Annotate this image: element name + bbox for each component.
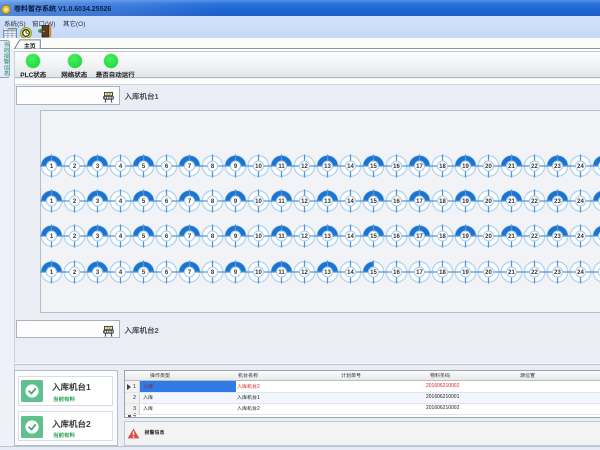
- svg-text:15: 15: [370, 234, 377, 240]
- svg-text:18: 18: [439, 270, 446, 276]
- svg-text:15: 15: [370, 164, 377, 170]
- svg-text:24: 24: [577, 164, 584, 170]
- svg-text:16: 16: [393, 234, 400, 240]
- svg-text:14: 14: [347, 199, 354, 205]
- svg-text:19: 19: [462, 164, 469, 170]
- svg-text:19: 19: [462, 199, 469, 205]
- svg-text:19: 19: [462, 234, 469, 240]
- svg-text:13: 13: [324, 234, 331, 240]
- svg-text:11: 11: [278, 270, 285, 276]
- svg-text:20: 20: [485, 270, 492, 276]
- svg-text:12: 12: [301, 199, 308, 205]
- svg-text:13: 13: [324, 164, 331, 170]
- svg-text:14: 14: [347, 164, 354, 170]
- svg-text:22: 22: [531, 199, 538, 205]
- svg-text:21: 21: [508, 234, 515, 240]
- svg-text:22: 22: [531, 270, 538, 276]
- svg-text:17: 17: [416, 199, 423, 205]
- svg-text:14: 14: [347, 270, 354, 276]
- svg-text:20: 20: [485, 199, 492, 205]
- svg-text:22: 22: [531, 164, 538, 170]
- svg-text:17: 17: [416, 164, 423, 170]
- svg-text:24: 24: [577, 234, 584, 240]
- svg-text:20: 20: [485, 234, 492, 240]
- svg-text:10: 10: [255, 234, 262, 240]
- svg-text:17: 17: [416, 270, 423, 276]
- svg-text:11: 11: [278, 164, 285, 170]
- svg-text:17: 17: [416, 234, 423, 240]
- svg-text:13: 13: [324, 270, 331, 276]
- svg-text:13: 13: [324, 199, 331, 205]
- svg-text:16: 16: [393, 270, 400, 276]
- svg-text:10: 10: [255, 270, 262, 276]
- svg-text:11: 11: [278, 234, 285, 240]
- svg-text:21: 21: [508, 270, 515, 276]
- svg-text:12: 12: [301, 234, 308, 240]
- svg-text:10: 10: [255, 164, 262, 170]
- svg-text:11: 11: [278, 199, 285, 205]
- svg-text:10: 10: [255, 199, 262, 205]
- svg-text:18: 18: [439, 234, 446, 240]
- svg-text:19: 19: [462, 270, 469, 276]
- svg-text:20: 20: [485, 164, 492, 170]
- svg-text:22: 22: [531, 234, 538, 240]
- svg-text:21: 21: [508, 164, 515, 170]
- svg-text:12: 12: [301, 270, 308, 276]
- svg-text:18: 18: [439, 164, 446, 170]
- svg-text:24: 24: [577, 270, 584, 276]
- svg-text:12: 12: [301, 164, 308, 170]
- svg-text:16: 16: [393, 199, 400, 205]
- svg-text:16: 16: [393, 164, 400, 170]
- svg-text:21: 21: [508, 199, 515, 205]
- svg-text:15: 15: [370, 270, 377, 276]
- svg-text:24: 24: [577, 199, 584, 205]
- svg-text:23: 23: [554, 234, 561, 240]
- svg-text:18: 18: [439, 199, 446, 205]
- svg-text:23: 23: [554, 199, 561, 205]
- svg-text:15: 15: [370, 199, 377, 205]
- svg-text:14: 14: [347, 234, 354, 240]
- svg-text:23: 23: [554, 270, 561, 276]
- svg-text:23: 23: [554, 164, 561, 170]
